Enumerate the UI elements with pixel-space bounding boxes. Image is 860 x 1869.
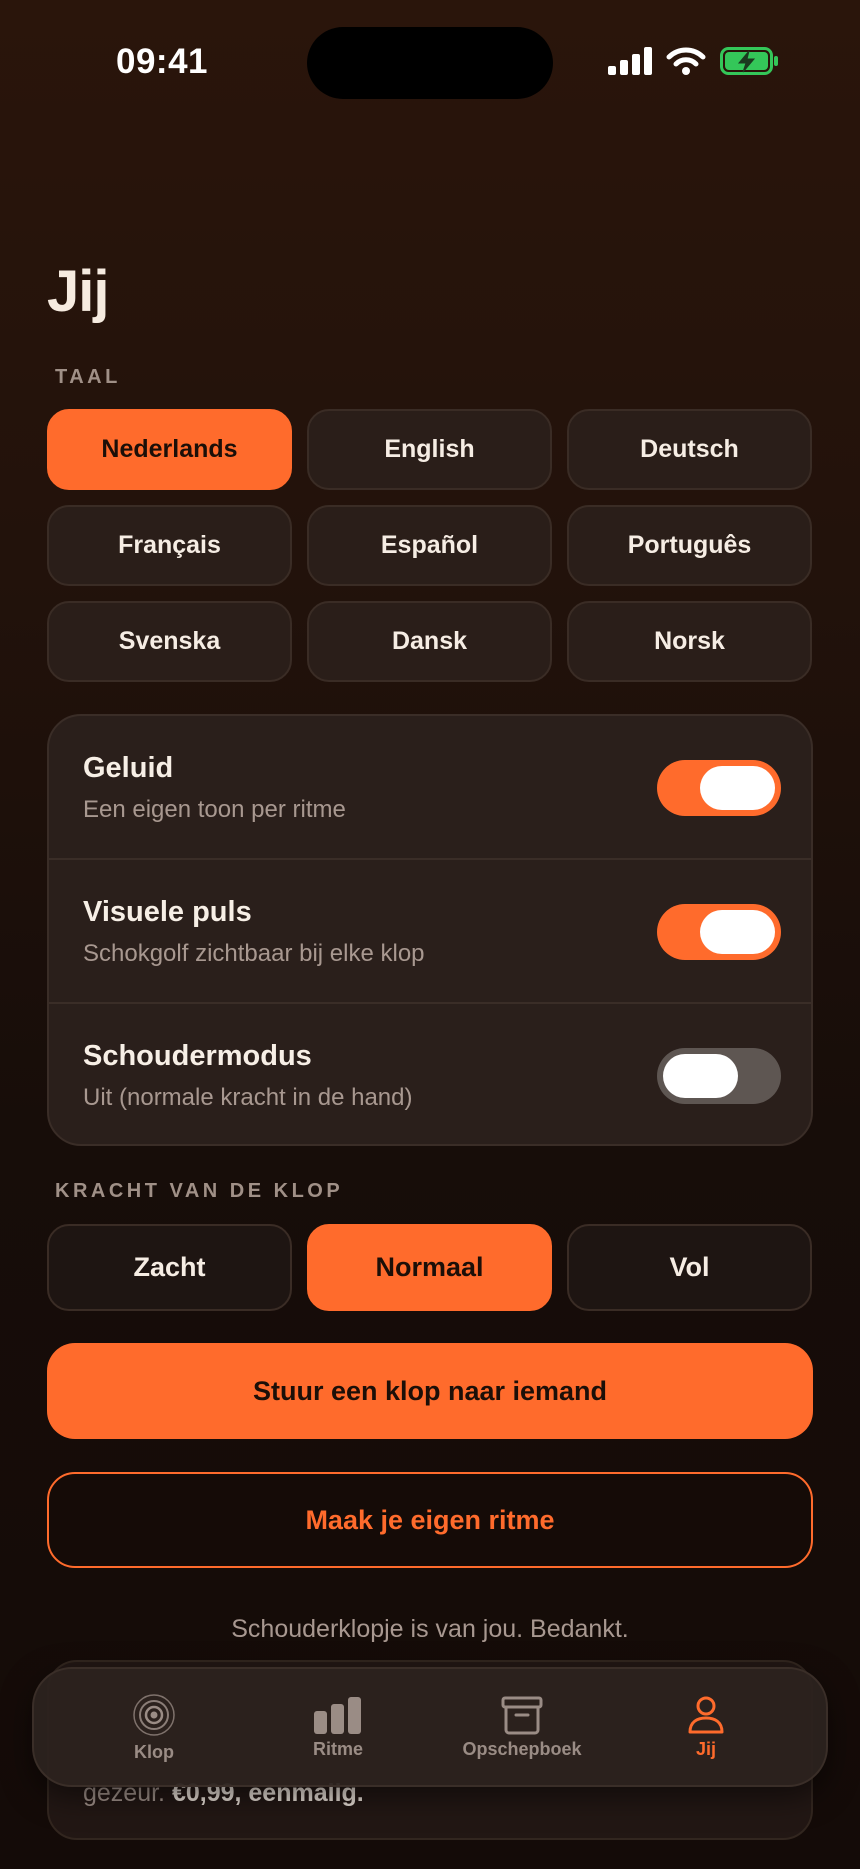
setting-row-shoulder-mode: Schoudermodus Uit (normale kracht in de … bbox=[49, 1004, 811, 1144]
language-option-norsk[interactable]: Norsk bbox=[567, 601, 812, 682]
setting-title: Schoudermodus bbox=[83, 1040, 312, 1072]
language-option-espanol[interactable]: Español bbox=[307, 505, 552, 586]
setting-row-visual-pulse: Visuele puls Schokgolf zichtbaar bij elk… bbox=[49, 860, 811, 1004]
thanks-text: Schouderklopje is van jou. Bedankt. bbox=[231, 1615, 629, 1643]
tab-label: Opschepboek bbox=[462, 1738, 582, 1759]
dynamic-island bbox=[307, 27, 553, 99]
language-option-english[interactable]: English bbox=[307, 409, 552, 490]
battery-charging-icon bbox=[720, 46, 780, 81]
pulse-rings-icon bbox=[131, 1692, 177, 1738]
sound-toggle[interactable] bbox=[657, 760, 781, 816]
language-section-label: TAAL bbox=[55, 366, 121, 388]
language-option-deutsch[interactable]: Deutsch bbox=[567, 409, 812, 490]
tab-jij[interactable]: Jij bbox=[621, 1695, 791, 1760]
force-options: Zacht Normaal Vol bbox=[47, 1224, 813, 1311]
language-option-svenska[interactable]: Svenska bbox=[47, 601, 292, 682]
bars-icon bbox=[313, 1695, 363, 1735]
setting-subtitle: Uit (normale kracht in de hand) bbox=[83, 1084, 413, 1111]
tab-label: Klop bbox=[134, 1741, 174, 1762]
visual-pulse-toggle[interactable] bbox=[657, 904, 781, 960]
status-time: 09:41 bbox=[116, 42, 209, 81]
setting-subtitle: Schokgolf zichtbaar bij elke klop bbox=[83, 940, 425, 967]
toggle-knob bbox=[700, 766, 775, 810]
force-section-label: KRACHT VAN DE KLOP bbox=[55, 1180, 344, 1202]
tab-ritme[interactable]: Ritme bbox=[253, 1695, 423, 1760]
create-rhythm-button[interactable]: Maak je eigen ritme bbox=[47, 1472, 813, 1568]
language-option-francais[interactable]: Français bbox=[47, 505, 292, 586]
setting-title: Visuele puls bbox=[83, 896, 252, 928]
status-bar: 09:41 bbox=[0, 0, 860, 120]
tab-klop[interactable]: Klop bbox=[69, 1692, 239, 1763]
force-option-soft[interactable]: Zacht bbox=[47, 1224, 292, 1311]
page-title: Jij bbox=[47, 259, 109, 324]
language-options: Nederlands English Deutsch Français Espa… bbox=[47, 409, 813, 682]
toggle-knob bbox=[663, 1054, 738, 1098]
status-icons bbox=[608, 46, 780, 81]
person-icon bbox=[686, 1695, 726, 1735]
tab-opschepboek[interactable]: Opschepboek bbox=[437, 1695, 607, 1760]
tab-label: Jij bbox=[695, 1738, 716, 1759]
force-option-normal[interactable]: Normaal bbox=[307, 1224, 552, 1311]
language-option-nederlands[interactable]: Nederlands bbox=[47, 409, 292, 490]
wifi-icon bbox=[666, 46, 706, 81]
send-knock-button[interactable]: Stuur een klop naar iemand bbox=[47, 1343, 813, 1439]
force-option-full[interactable]: Vol bbox=[567, 1224, 812, 1311]
language-option-portugues[interactable]: Português bbox=[567, 505, 812, 586]
tab-label: Ritme bbox=[312, 1738, 363, 1759]
tab-bar: Klop Ritme Opschepboek Jij bbox=[32, 1667, 828, 1787]
settings-card: Geluid Een eigen toon per ritme Visuele … bbox=[47, 714, 813, 1146]
setting-title: Geluid bbox=[83, 752, 174, 784]
signal-icon bbox=[608, 47, 652, 80]
archive-box-icon bbox=[501, 1695, 543, 1735]
language-option-dansk[interactable]: Dansk bbox=[307, 601, 552, 682]
setting-row-sound: Geluid Een eigen toon per ritme bbox=[49, 716, 811, 860]
setting-subtitle: Een eigen toon per ritme bbox=[83, 796, 346, 823]
toggle-knob bbox=[700, 910, 775, 954]
shoulder-mode-toggle[interactable] bbox=[657, 1048, 781, 1104]
